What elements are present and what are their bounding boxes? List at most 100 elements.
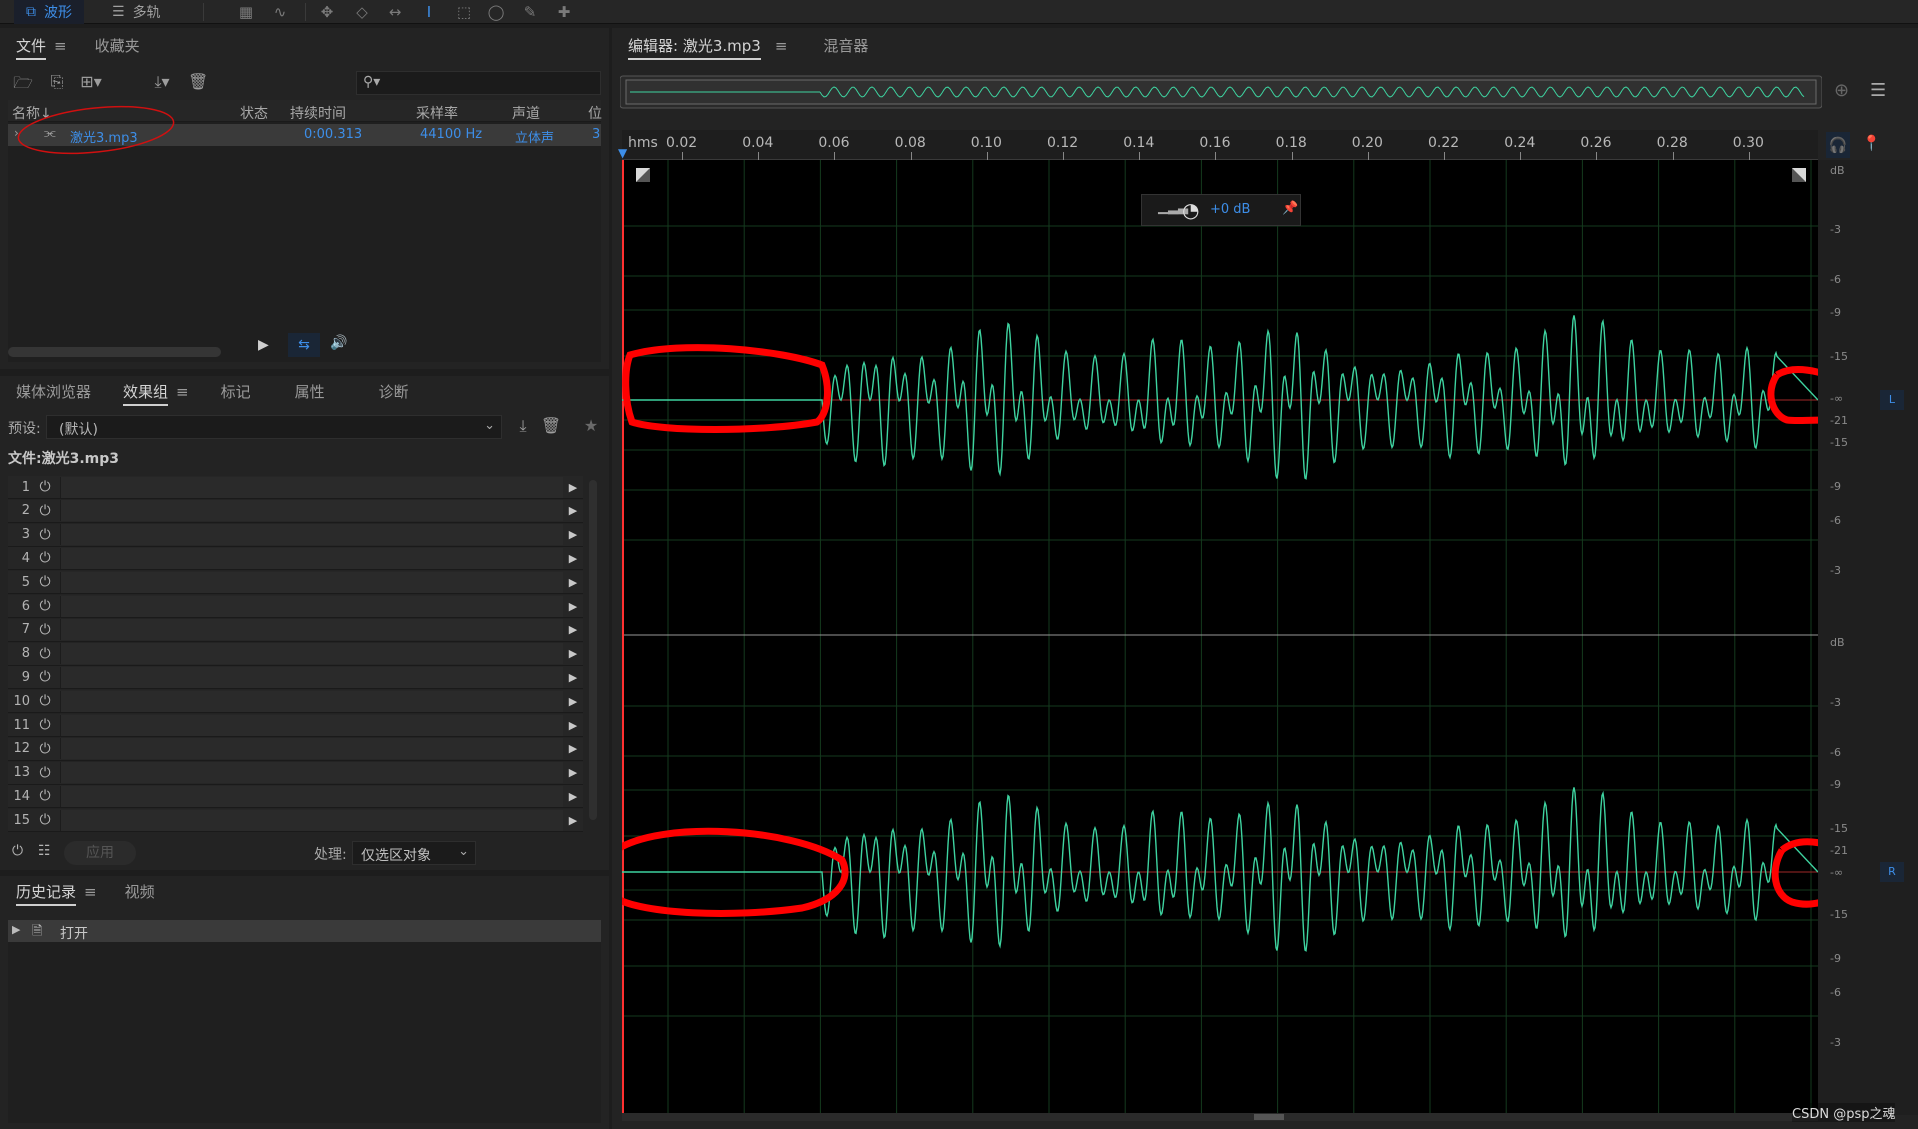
- column-header-bits[interactable]: 位: [588, 103, 602, 123]
- insert-into-multitrack-icon[interactable]: ⤓▾: [148, 72, 176, 92]
- slot-menu-arrow-icon[interactable]: ▶: [563, 647, 583, 660]
- power-icon[interactable]: ⏻: [30, 788, 60, 804]
- import-file-icon[interactable]: ⎘: [46, 72, 68, 92]
- power-icon[interactable]: ⏻: [30, 669, 60, 685]
- slot-menu-arrow-icon[interactable]: ▶: [563, 695, 583, 708]
- slot-menu-arrow-icon[interactable]: ▶: [563, 576, 583, 589]
- effect-slot[interactable]: 3 ⏻ ▶: [8, 523, 583, 547]
- zoom-target-icon[interactable]: ⊕: [1834, 80, 1849, 101]
- favorite-star-icon[interactable]: ★: [580, 416, 602, 435]
- spectral-frequency-icon[interactable]: ▦: [235, 2, 257, 22]
- files-horizontal-scrollbar[interactable]: [8, 347, 221, 357]
- tab-history[interactable]: 历史记录 ≡: [2, 878, 111, 906]
- column-header-duration[interactable]: 持续时间: [290, 103, 346, 123]
- power-icon[interactable]: ⏻: [30, 622, 60, 638]
- power-icon[interactable]: ⏻: [30, 741, 60, 757]
- power-icon[interactable]: ⏻: [30, 574, 60, 590]
- process-select[interactable]: 仅选区对象 ⌄: [352, 841, 476, 865]
- effect-slot[interactable]: 7 ⏻ ▶: [8, 618, 583, 642]
- power-icon[interactable]: ⏻: [30, 646, 60, 662]
- effect-slot-field[interactable]: [60, 714, 563, 736]
- spot-healing-icon[interactable]: ✚: [553, 2, 575, 22]
- tab-files[interactable]: 文件 ≡: [2, 32, 81, 60]
- playhead-marker-icon[interactable]: ▼: [618, 146, 627, 160]
- effect-slot[interactable]: 4 ⏻ ▶: [8, 547, 583, 571]
- pin-icon[interactable]: 📍: [1862, 134, 1881, 152]
- column-header-channels[interactable]: 声道: [512, 103, 540, 123]
- effect-slot-field[interactable]: [60, 785, 563, 807]
- panel-menu-icon[interactable]: ≡: [84, 878, 97, 906]
- loop-playback-icon[interactable]: ⇆: [288, 333, 320, 357]
- time-ruler[interactable]: hms 0.02 0.04 0.06 0.08 0.10 0.12 0.14 0.16 0.18…: [618, 130, 1818, 160]
- effect-slot[interactable]: 10 ⏻ ▶: [8, 690, 583, 714]
- tab-favorites[interactable]: 收藏夹: [81, 32, 154, 60]
- headphones-icon[interactable]: 🎧: [1826, 132, 1850, 158]
- effect-slot-field[interactable]: [60, 619, 563, 641]
- channel-left-toggle[interactable]: L: [1880, 390, 1904, 410]
- panel-menu-icon[interactable]: ≡: [775, 32, 788, 60]
- tab-mixer[interactable]: 混音器: [801, 32, 882, 60]
- panel-menu-icon[interactable]: ≡: [54, 32, 67, 60]
- power-icon[interactable]: ⏻: [30, 765, 60, 781]
- effect-slot-field[interactable]: [60, 524, 563, 546]
- play-icon[interactable]: ▶: [258, 337, 269, 353]
- effect-slot[interactable]: 15 ⏻ ▶: [8, 809, 583, 833]
- waveform-display[interactable]: [622, 160, 1818, 1115]
- move-tool-icon[interactable]: ✥: [316, 2, 338, 22]
- power-icon[interactable]: ⏻: [30, 550, 60, 566]
- power-icon[interactable]: ⏻: [30, 717, 60, 733]
- effect-slot-field[interactable]: [60, 571, 563, 593]
- effect-slot[interactable]: 14 ⏻ ▶: [8, 785, 583, 809]
- overview-menu-icon[interactable]: ☰: [1870, 80, 1886, 101]
- gain-value[interactable]: +0 dB: [1210, 202, 1250, 217]
- tab-media-browser[interactable]: 媒体浏览器: [2, 378, 105, 406]
- slot-menu-arrow-icon[interactable]: ▶: [563, 600, 583, 613]
- scroll-grip-icon[interactable]: [1254, 1114, 1284, 1120]
- spectral-pitch-icon[interactable]: ∿: [269, 2, 291, 22]
- marquee-tool-icon[interactable]: ⬚: [453, 2, 475, 22]
- slot-menu-arrow-icon[interactable]: ▶: [563, 719, 583, 732]
- panel-menu-icon[interactable]: ≡: [176, 378, 189, 406]
- slot-menu-arrow-icon[interactable]: ▶: [563, 814, 583, 827]
- gain-hud[interactable]: ▁▂▃ ◔ +0 dB 📌: [1141, 194, 1301, 226]
- slot-menu-arrow-icon[interactable]: ▶: [563, 742, 583, 755]
- slot-menu-arrow-icon[interactable]: ▶: [563, 623, 583, 636]
- pin-hud-icon[interactable]: 📌: [1282, 201, 1298, 216]
- slot-menu-arrow-icon[interactable]: ▶: [563, 481, 583, 494]
- power-icon[interactable]: ⏻: [30, 598, 60, 614]
- new-file-icon[interactable]: ⊞▾: [78, 72, 104, 91]
- effect-slot[interactable]: 1 ⏻ ▶: [8, 476, 583, 499]
- effect-slot[interactable]: 6 ⏻ ▶: [8, 595, 583, 618]
- effect-slot-field[interactable]: [60, 643, 563, 665]
- tab-video[interactable]: 视频: [111, 878, 169, 906]
- master-power-icon[interactable]: ⏻: [12, 843, 23, 859]
- effect-slot[interactable]: 11 ⏻ ▶: [8, 714, 583, 737]
- effect-slot[interactable]: 13 ⏻ ▶: [8, 761, 583, 785]
- brush-tool-icon[interactable]: ✎: [519, 2, 541, 22]
- effect-slot-field[interactable]: [60, 500, 563, 522]
- slot-list-icon[interactable]: ☷: [38, 843, 51, 859]
- effect-slot-field[interactable]: [60, 762, 563, 784]
- effect-slot-field[interactable]: [60, 547, 563, 569]
- file-search-input[interactable]: ⚲▾: [356, 71, 601, 95]
- effect-slot-field[interactable]: [60, 476, 563, 498]
- multitrack-mode-button[interactable]: ☰ 多轨: [100, 0, 173, 24]
- slip-tool-icon[interactable]: ↔: [384, 2, 406, 22]
- effect-slot[interactable]: 5 ⏻ ▶: [8, 571, 583, 595]
- save-preset-icon[interactable]: ⤓: [512, 416, 534, 436]
- power-icon[interactable]: ⏻: [30, 527, 60, 543]
- tab-editor[interactable]: 编辑器: 激光3.mp3 ≡: [614, 32, 801, 60]
- effect-slot-field[interactable]: [60, 690, 563, 712]
- horizontal-zoom-scrollbar[interactable]: [622, 1113, 1818, 1121]
- slot-menu-arrow-icon[interactable]: ▶: [563, 552, 583, 565]
- effect-slot-field[interactable]: [60, 595, 563, 617]
- slot-menu-arrow-icon[interactable]: ▶: [563, 671, 583, 684]
- delete-preset-icon[interactable]: 🗑: [540, 416, 562, 435]
- power-icon[interactable]: ⏻: [30, 503, 60, 519]
- channel-right-toggle[interactable]: R: [1880, 862, 1904, 882]
- delete-icon[interactable]: 🗑: [188, 72, 208, 91]
- tab-markers[interactable]: 标记: [203, 378, 265, 406]
- razor-tool-icon[interactable]: ◇: [351, 2, 373, 22]
- rack-scrollbar[interactable]: [589, 480, 597, 820]
- time-selection-tool-icon[interactable]: I: [418, 2, 440, 22]
